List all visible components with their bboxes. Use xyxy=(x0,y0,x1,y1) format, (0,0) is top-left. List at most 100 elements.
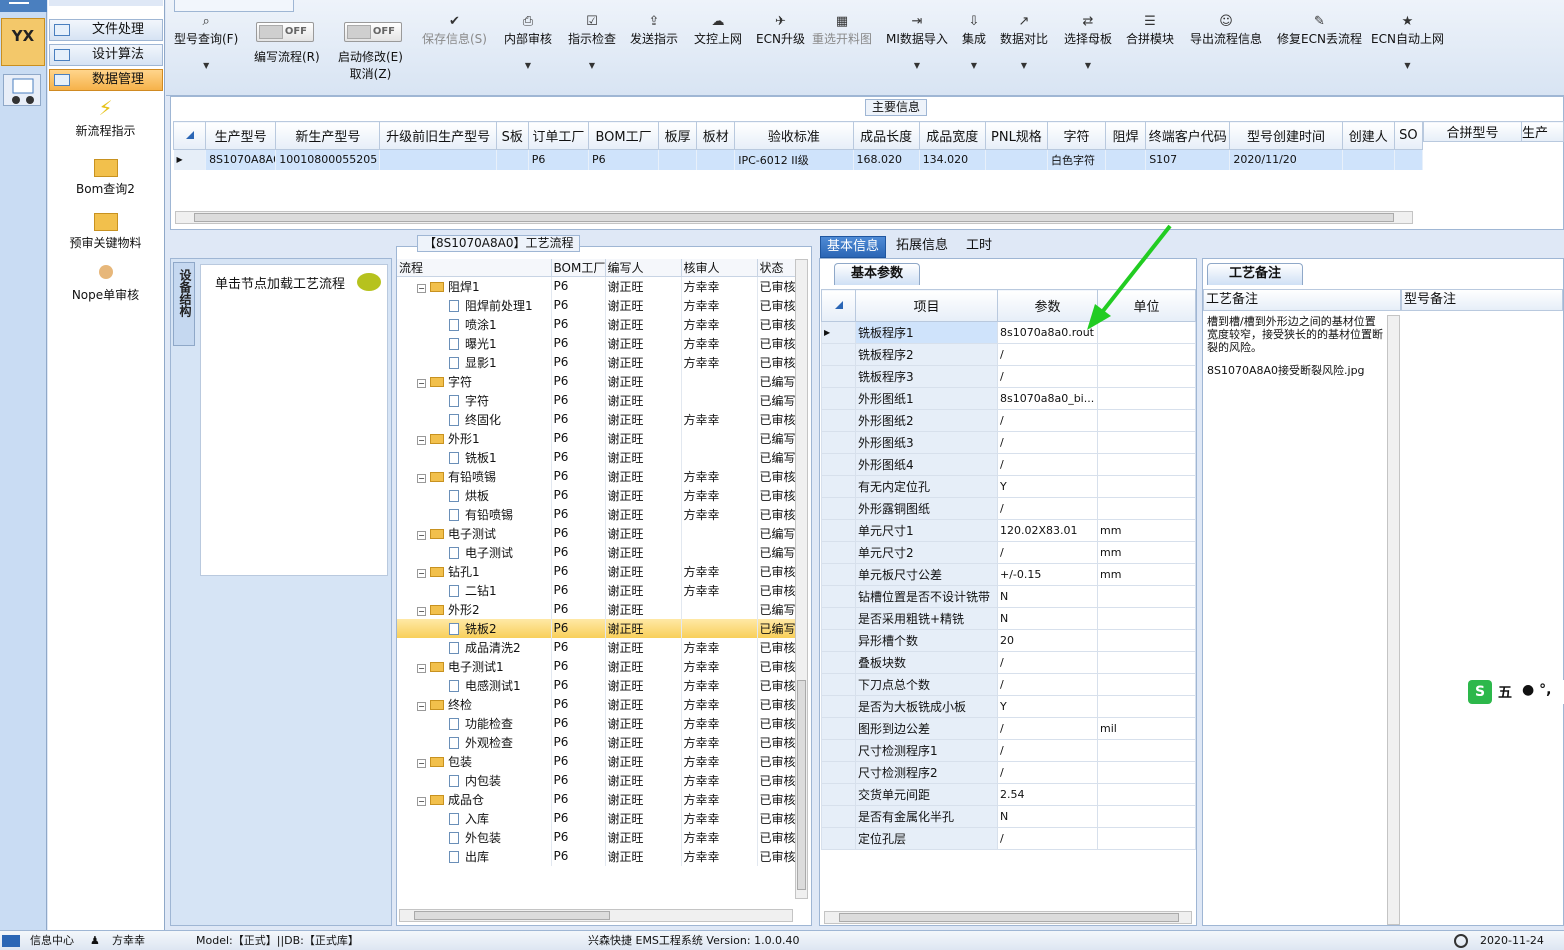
column-header[interactable]: 订单工厂 xyxy=(527,121,589,150)
tree-node[interactable]: 电感测试1 xyxy=(397,675,552,695)
param-row[interactable]: 是否有金属化半孔 N xyxy=(821,805,1196,828)
column-header[interactable]: 项目 xyxy=(855,289,998,322)
tree-node[interactable]: 曝光1 xyxy=(397,333,552,353)
param-value[interactable]: / xyxy=(997,431,1098,454)
row-header[interactable] xyxy=(821,453,856,476)
column-header[interactable]: 核审人 xyxy=(681,259,758,277)
tree-node[interactable]: 铣板2 xyxy=(397,618,552,638)
tree-row[interactable]: − 钻孔1 P6 谢正旺 方幸幸 已审核 xyxy=(397,561,798,581)
tree-row[interactable]: 外包装 P6 谢正旺 方幸幸 已审核 xyxy=(397,827,798,847)
tree-node[interactable]: 终固化 xyxy=(397,409,552,429)
param-row[interactable]: 铣板程序3/ xyxy=(821,365,1196,388)
tree-node[interactable]: 功能检查 xyxy=(397,713,552,733)
grid-cell[interactable]: IPC-6012 II级 xyxy=(734,149,854,170)
column-header[interactable]: 板厚 xyxy=(658,121,698,150)
param-row[interactable]: 有无内定位孔 Y xyxy=(821,475,1196,498)
row-header[interactable] xyxy=(821,585,856,608)
column-header[interactable]: 成品长度 xyxy=(852,121,920,150)
internal-review-button[interactable]: ⎙ 内部审核 ▼ xyxy=(504,14,552,70)
grid-cell[interactable] xyxy=(985,149,1048,170)
grid-cell[interactable]: 10010800055205 xyxy=(275,149,381,170)
param-value[interactable]: / xyxy=(997,651,1098,674)
row-header[interactable] xyxy=(821,343,856,366)
scroll-thumb[interactable] xyxy=(414,911,610,920)
param-value[interactable]: / xyxy=(997,409,1098,432)
row-header[interactable] xyxy=(821,673,856,696)
column-header[interactable]: 编写人 xyxy=(605,259,682,277)
scroll-thumb[interactable] xyxy=(797,680,806,890)
grid-cell[interactable]: 168.020 xyxy=(853,149,920,170)
row-header[interactable] xyxy=(821,519,856,542)
row-header[interactable] xyxy=(821,827,856,850)
param-value[interactable]: / xyxy=(997,673,1098,696)
edit-flow-toggle[interactable]: OFF xyxy=(256,22,314,42)
grid-cell[interactable]: 134.020 xyxy=(919,149,986,170)
param-value[interactable]: 20 xyxy=(997,629,1098,652)
column-header[interactable]: BOM工厂 xyxy=(551,259,606,277)
integrate-button[interactable]: ⇩ 集成 ▼ xyxy=(962,14,986,70)
row-header[interactable] xyxy=(821,431,856,454)
nope-review-tool[interactable]: Nope单审核 xyxy=(48,260,163,303)
column-header[interactable]: PNL规格 xyxy=(984,121,1048,150)
tree-node[interactable]: 外观检查 xyxy=(397,732,552,752)
app-logo-icon[interactable]: YX xyxy=(1,18,45,66)
param-value[interactable]: 8s1070a8a0.rout xyxy=(997,321,1098,344)
column-header[interactable]: 升级前旧生产型号 xyxy=(379,121,497,150)
tree-node[interactable]: 铣板1 xyxy=(397,447,552,467)
tree-node[interactable]: 阻焊前处理1 xyxy=(397,295,552,315)
column-header[interactable]: 状态 xyxy=(757,259,798,277)
param-row[interactable]: 单元尺寸1 120.02X83.01 mm xyxy=(821,519,1196,542)
param-row[interactable]: 尺寸检测程序1/ xyxy=(821,739,1196,762)
collapse-icon[interactable]: − xyxy=(417,568,426,578)
column-header[interactable]: 型号创建时间 xyxy=(1229,121,1343,150)
chevron-down-icon[interactable]: ▼ xyxy=(962,61,986,70)
tab-process-remarks[interactable]: 工艺备注 xyxy=(1207,263,1303,285)
scroll-thumb[interactable] xyxy=(194,213,1394,222)
tree-node[interactable]: 二钻1 xyxy=(397,580,552,600)
chevron-down-icon[interactable]: ▼ xyxy=(886,61,948,70)
grid-cell[interactable]: S107 xyxy=(1145,149,1231,170)
tree-row[interactable]: − 有铅喷锡 P6 谢正旺 方幸幸 已审核 xyxy=(397,466,798,486)
remark-attachment[interactable]: 8S1070A8A0接受断裂风险.jpg xyxy=(1207,364,1383,377)
grid-cell[interactable] xyxy=(1394,149,1424,170)
tree-node[interactable]: − 钻孔1 xyxy=(397,561,552,581)
tree-node[interactable]: − 成品仓 xyxy=(397,789,552,809)
param-row[interactable]: 外形露铜图纸 / xyxy=(821,497,1196,520)
param-row[interactable]: 异形槽个数 20 xyxy=(821,629,1196,652)
param-value[interactable]: / xyxy=(997,497,1098,520)
tree-node[interactable]: − 包装 xyxy=(397,751,552,771)
collapse-icon[interactable]: − xyxy=(417,435,426,445)
tree-row[interactable]: 曝光1 P6 谢正旺 方幸幸 已审核 xyxy=(397,333,798,353)
param-value[interactable]: N xyxy=(997,585,1098,608)
tree-row[interactable]: 终固化 P6 谢正旺 方幸幸 已审核 xyxy=(397,409,798,429)
flow-hscrollbar[interactable] xyxy=(399,909,793,922)
param-value[interactable]: / xyxy=(997,827,1098,850)
params-hscrollbar[interactable] xyxy=(824,911,1192,924)
remark-text[interactable]: 槽到槽/槽到外形边之间的基材位置宽度较窄，接受狭长的的基材位置断裂的风险。 8S… xyxy=(1207,315,1383,377)
instruction-check-button[interactable]: ☑ 指示检查 ▼ xyxy=(568,14,616,70)
param-row[interactable]: 外形图纸2/ xyxy=(821,409,1196,432)
grid-cell[interactable]: 2020/11/20 xyxy=(1229,149,1343,170)
tab-work-hours[interactable]: 工时 xyxy=(960,236,998,258)
info-center-link[interactable]: 信息中心 xyxy=(30,931,74,950)
param-row[interactable]: 外形图纸4/ xyxy=(821,453,1196,476)
row-header[interactable] xyxy=(821,497,856,520)
reselect-cutting-button[interactable]: ▦ 重选开料图 xyxy=(812,14,872,47)
column-header[interactable]: 生产型号 xyxy=(205,121,277,150)
tree-node[interactable]: − 有铅喷锡 xyxy=(397,466,552,486)
param-value[interactable]: 120.02X83.01 xyxy=(997,519,1098,542)
model-query-button[interactable]: ⌕ 型号查询(F) ▼ xyxy=(174,14,238,70)
row-header[interactable] xyxy=(821,805,856,828)
tree-row[interactable]: 烘板 P6 谢正旺 方幸幸 已审核 xyxy=(397,485,798,505)
grid-cell[interactable] xyxy=(696,149,736,170)
tree-node[interactable]: 电子测试 xyxy=(397,542,552,562)
collapse-icon[interactable]: − xyxy=(417,473,426,483)
chevron-down-icon[interactable]: ▼ xyxy=(1371,61,1444,70)
tree-node[interactable]: − 阻焊1 xyxy=(397,276,552,296)
param-row[interactable]: 铣板程序2/ xyxy=(821,343,1196,366)
nav-tab-file[interactable]: 文件处理 xyxy=(49,19,163,41)
ime-toolbar[interactable]: S 五 ● °, xyxy=(1468,680,1564,704)
tree-node[interactable]: − 电子测试1 xyxy=(397,656,552,676)
param-row[interactable]: 交货单元间距 2.54 xyxy=(821,783,1196,806)
column-header[interactable]: 新生产型号 xyxy=(275,121,381,150)
